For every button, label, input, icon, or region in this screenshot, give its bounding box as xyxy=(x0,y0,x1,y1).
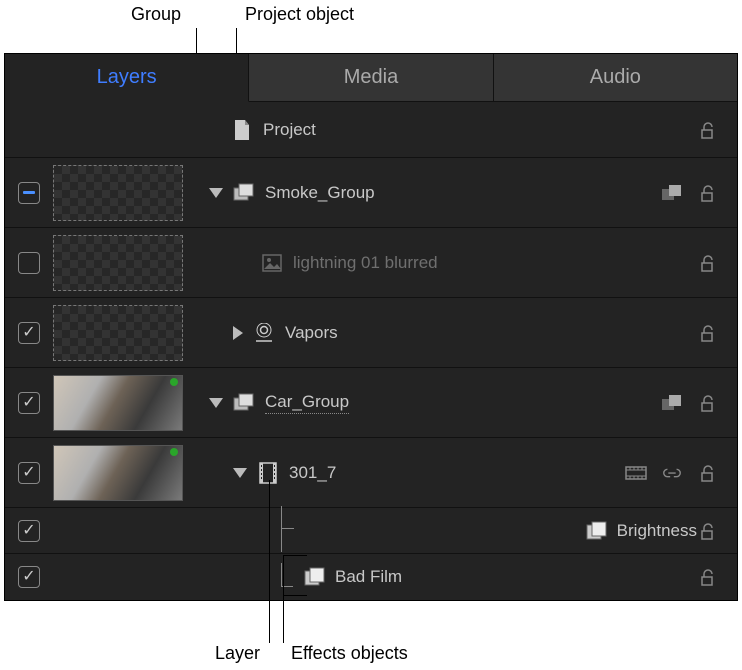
layer-thumbnail xyxy=(53,375,183,431)
lock-icon[interactable] xyxy=(697,464,719,482)
disclosure-triangle[interactable] xyxy=(209,188,223,198)
callout-effects-objects-label: Effects objects xyxy=(291,643,408,664)
layer-thumbnail xyxy=(53,165,183,221)
video-clip-icon xyxy=(257,464,279,482)
lock-icon[interactable] xyxy=(697,568,719,586)
callouts-top: Group Project object xyxy=(0,0,742,53)
lock-icon[interactable] xyxy=(697,184,719,202)
callout-layer-label: Layer xyxy=(215,643,260,664)
tab-audio[interactable]: Audio xyxy=(494,54,737,102)
layer-thumbnail xyxy=(53,445,183,501)
filter-icon xyxy=(585,522,607,540)
row-lightning[interactable]: lightning 01 blurred xyxy=(5,228,737,298)
layer-thumbnail xyxy=(53,235,183,291)
visibility-checkbox-on[interactable] xyxy=(18,322,40,344)
row-project[interactable]: Project xyxy=(5,102,737,158)
panel-tabs: Layers Media Audio xyxy=(5,54,737,102)
callouts-bottom: Layer Effects objects xyxy=(0,615,742,670)
row-label: lightning 01 blurred xyxy=(293,253,438,273)
group-icon xyxy=(233,184,255,202)
visibility-checkbox-on[interactable] xyxy=(18,462,40,484)
link-icon[interactable] xyxy=(661,464,683,482)
blendmode-icon[interactable] xyxy=(661,184,683,202)
row-bad-film[interactable]: Bad Film xyxy=(5,554,737,600)
layers-panel: Layers Media Audio Project xyxy=(4,53,738,601)
lock-icon[interactable] xyxy=(697,254,719,272)
row-label: Project xyxy=(263,120,316,140)
project-icon xyxy=(231,121,253,139)
lock-icon[interactable] xyxy=(697,522,719,540)
row-label: Brightness xyxy=(617,521,697,541)
hierarchy-bracket xyxy=(281,506,575,552)
filter-icon xyxy=(303,568,325,586)
visibility-checkbox-on[interactable] xyxy=(18,566,40,588)
layer-rows: Project Smoke_Group xyxy=(5,102,737,600)
visibility-checkbox-on[interactable] xyxy=(18,392,40,414)
filmstrip-icon[interactable] xyxy=(625,464,647,482)
disclosure-triangle[interactable] xyxy=(233,468,247,478)
disclosure-triangle[interactable] xyxy=(233,326,243,340)
generator-icon xyxy=(253,324,275,342)
row-label: Smoke_Group xyxy=(265,183,375,203)
disclosure-triangle[interactable] xyxy=(209,398,223,408)
lock-icon[interactable] xyxy=(697,121,719,139)
row-label: Bad Film xyxy=(335,567,402,587)
blendmode-icon[interactable] xyxy=(661,394,683,412)
callout-project-object-label: Project object xyxy=(245,4,354,25)
visibility-checkbox-off[interactable] xyxy=(18,252,40,274)
row-smoke-group[interactable]: Smoke_Group xyxy=(5,158,737,228)
lock-icon[interactable] xyxy=(697,324,719,342)
tab-media[interactable]: Media xyxy=(249,54,493,102)
row-label: 301_7 xyxy=(289,463,336,483)
visibility-checkbox-mixed[interactable] xyxy=(18,182,40,204)
row-brightness[interactable]: Brightness xyxy=(5,508,737,554)
layer-thumbnail xyxy=(53,305,183,361)
row-label: Vapors xyxy=(285,323,338,343)
row-vapors[interactable]: Vapors xyxy=(5,298,737,368)
tab-layers[interactable]: Layers xyxy=(5,54,249,102)
callout-group-label: Group xyxy=(131,4,181,25)
row-car-group[interactable]: Car_Group xyxy=(5,368,737,438)
image-icon xyxy=(261,254,283,272)
row-clip-301-7[interactable]: 301_7 xyxy=(5,438,737,508)
group-icon xyxy=(233,394,255,412)
row-label: Car_Group xyxy=(265,392,349,414)
lock-icon[interactable] xyxy=(697,394,719,412)
visibility-checkbox-on[interactable] xyxy=(18,520,40,542)
